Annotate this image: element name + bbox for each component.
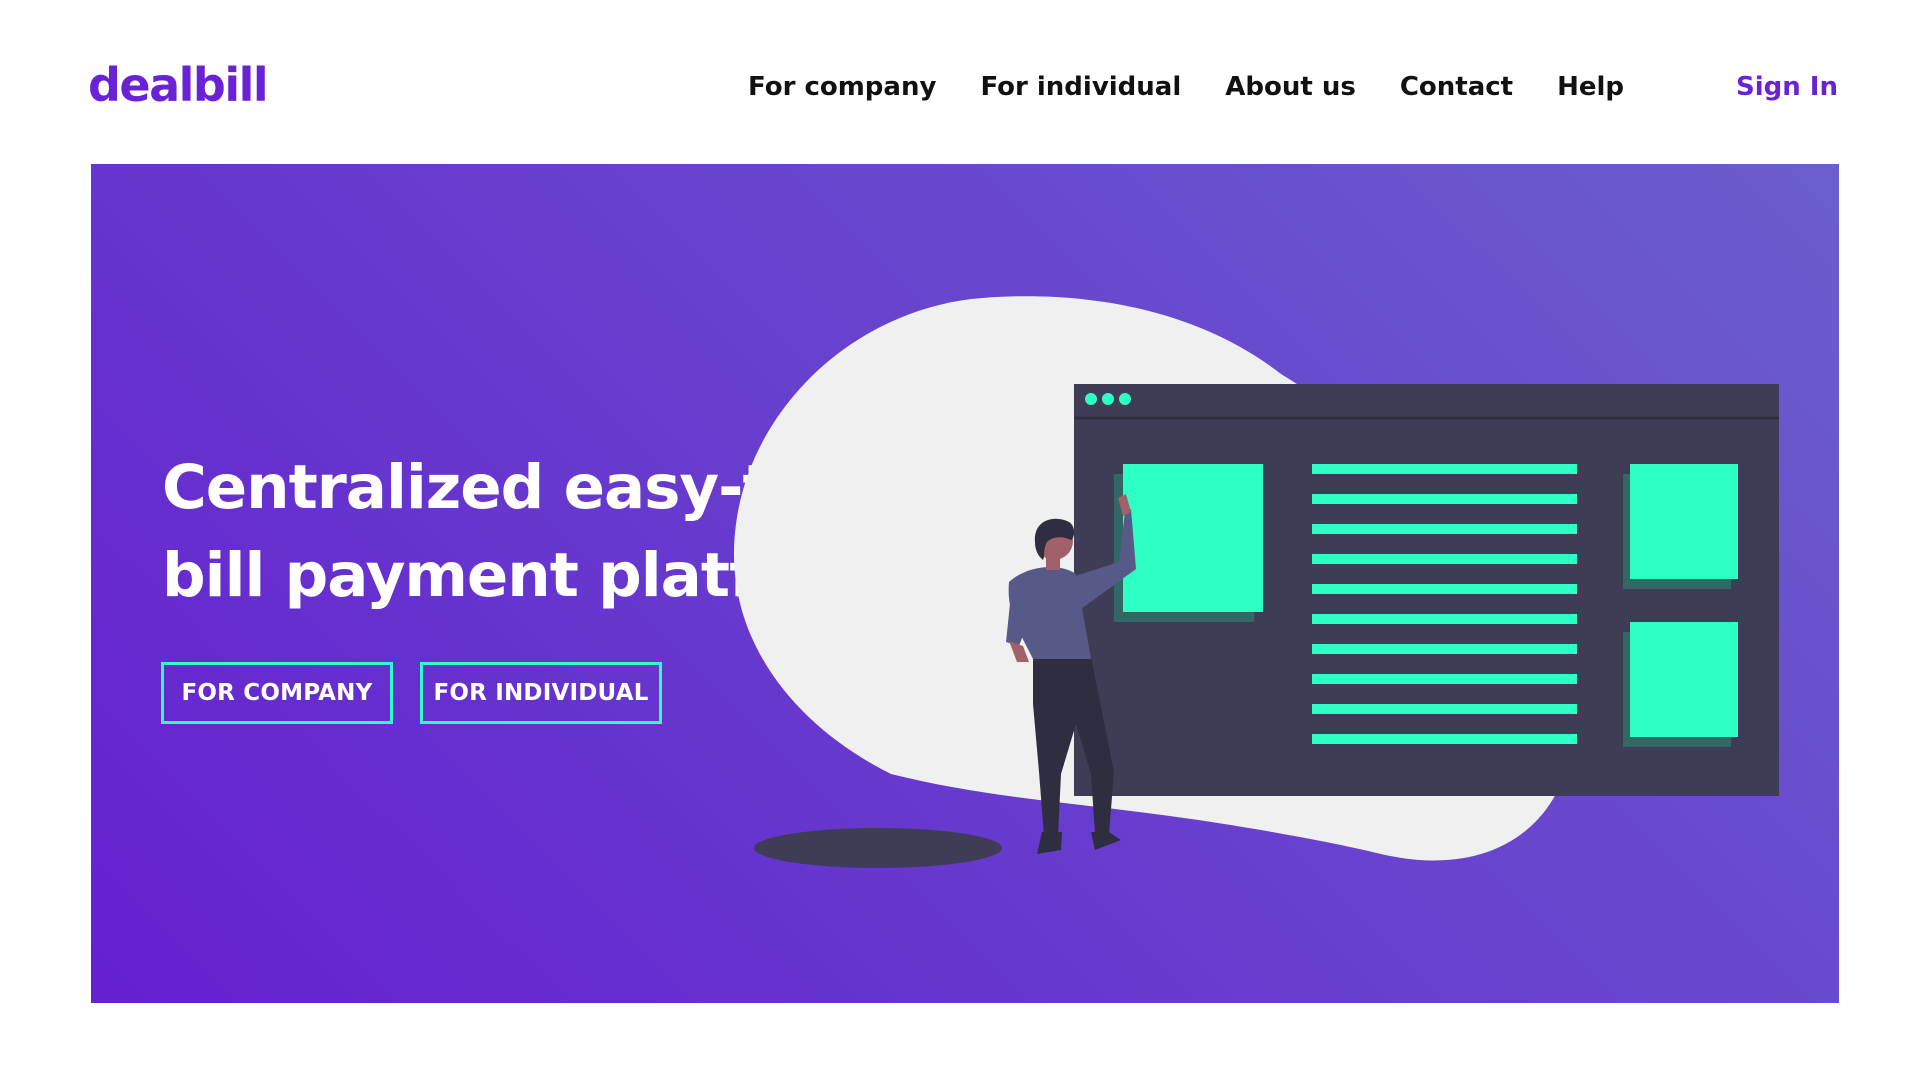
site-header: dealbill For company For individual Abou… bbox=[0, 0, 1920, 164]
main-nav: For company For individual About us Cont… bbox=[748, 74, 1624, 100]
nav-help[interactable]: Help bbox=[1557, 74, 1624, 100]
nav-for-company[interactable]: For company bbox=[748, 74, 936, 100]
browser-window bbox=[1074, 384, 1779, 796]
sign-in-link[interactable]: Sign In bbox=[1736, 74, 1838, 100]
nav-for-individual[interactable]: For individual bbox=[980, 74, 1181, 100]
logo[interactable]: dealbill bbox=[88, 62, 269, 108]
hero-illustration bbox=[733, 296, 1779, 868]
card-right-top bbox=[1630, 464, 1738, 579]
window-dot-icon bbox=[1119, 393, 1131, 405]
nav-about-us[interactable]: About us bbox=[1225, 74, 1356, 100]
hero-banner: Centralized easy-to-use bill payment plat… bbox=[91, 164, 1839, 1003]
window-dot-icon bbox=[1085, 393, 1097, 405]
card-right-bottom bbox=[1630, 622, 1738, 737]
ground-shadow bbox=[754, 828, 1002, 868]
card-left bbox=[1123, 464, 1263, 612]
nav-contact[interactable]: Contact bbox=[1400, 74, 1513, 100]
window-dot-icon bbox=[1102, 393, 1114, 405]
